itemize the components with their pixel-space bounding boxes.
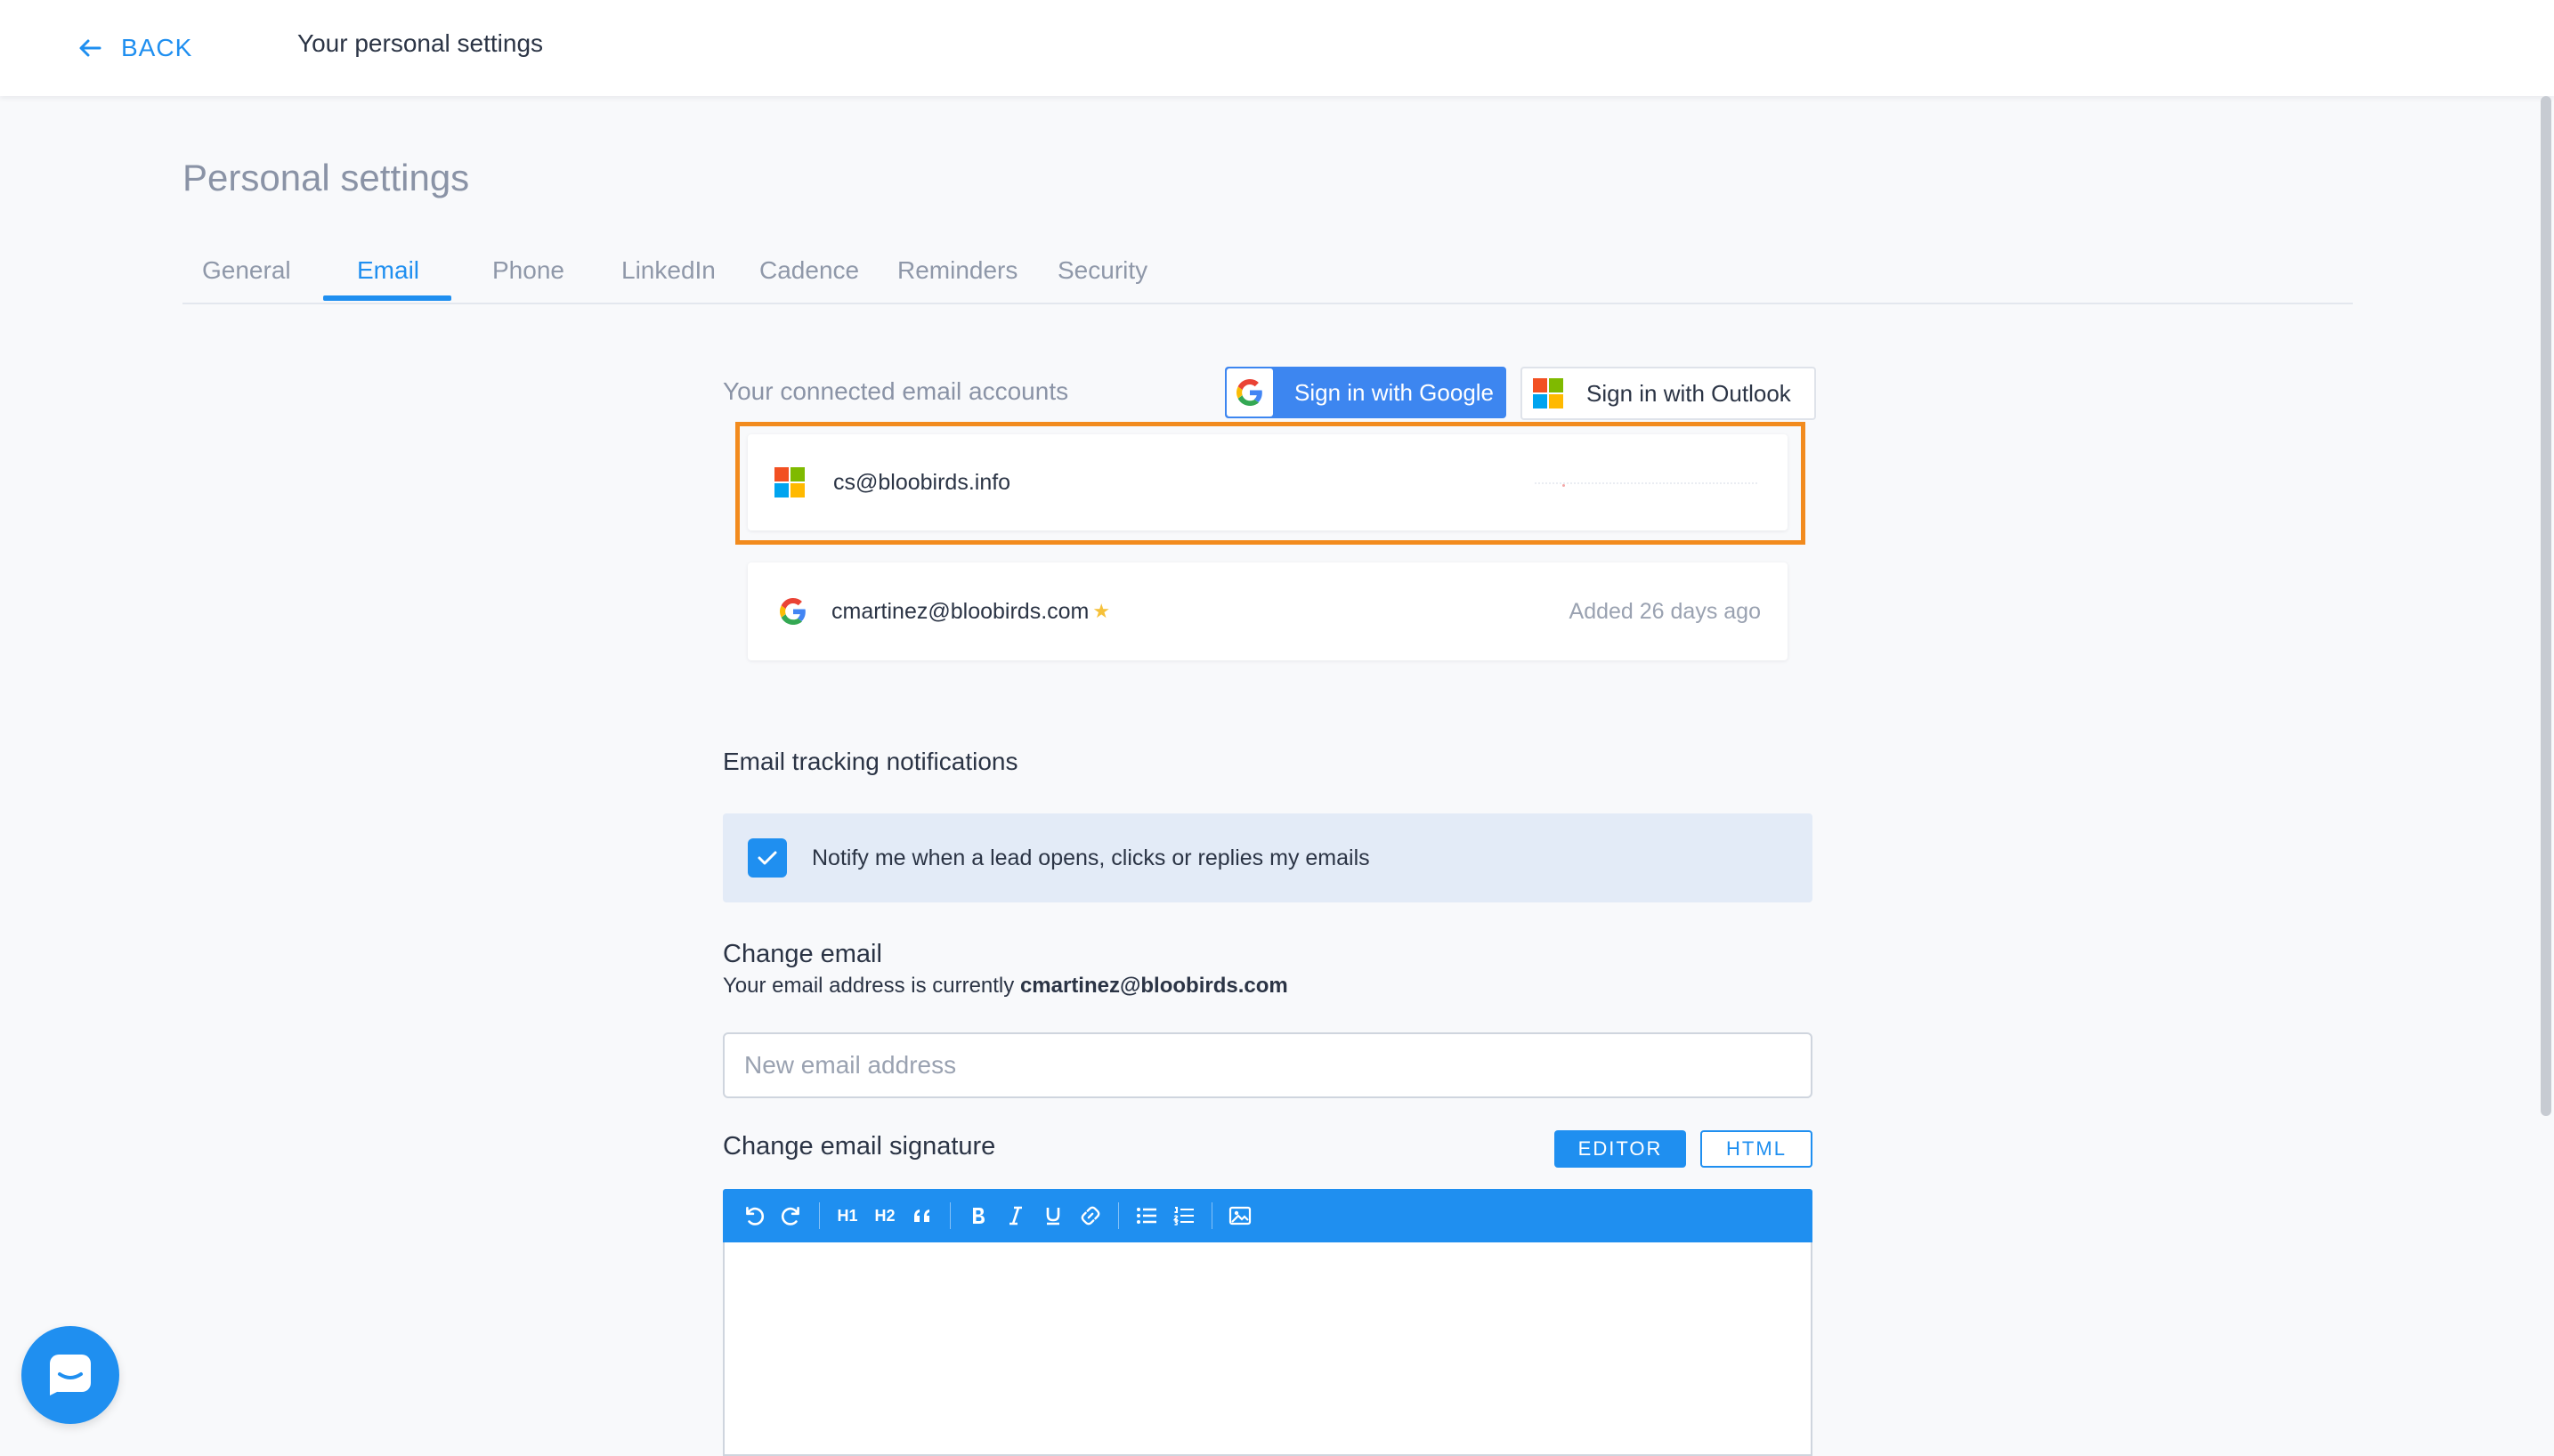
- undo-icon: [746, 1207, 765, 1225]
- bold-button[interactable]: [960, 1197, 997, 1234]
- insert-image-button[interactable]: [1221, 1197, 1259, 1234]
- tab-cadence[interactable]: Cadence: [759, 256, 859, 285]
- notify-label: Notify me when a lead opens, clicks or r…: [812, 845, 1370, 870]
- bullet-list-icon: [1137, 1208, 1156, 1224]
- toolbar-separator: [819, 1202, 820, 1229]
- change-email-title: Change email: [723, 940, 882, 968]
- editor-mode-button[interactable]: EDITOR: [1554, 1130, 1686, 1168]
- notify-checkbox[interactable]: [748, 838, 787, 878]
- numbered-list-icon: [1172, 1207, 1194, 1225]
- image-icon: [1228, 1206, 1252, 1225]
- editor-toolbar: H1 H2: [723, 1189, 1812, 1242]
- italic-button[interactable]: [997, 1197, 1034, 1234]
- link-icon: [1081, 1206, 1100, 1225]
- connected-accounts-label: Your connected email accounts: [723, 377, 1069, 405]
- redo-icon: [781, 1207, 799, 1225]
- account-email: cmartinez@bloobirds.com: [831, 598, 1090, 624]
- sign-in-outlook-label: Sign in with Outlook: [1586, 379, 1791, 407]
- tab-linkedin[interactable]: LinkedIn: [621, 256, 716, 285]
- undo-button[interactable]: [735, 1197, 773, 1234]
- toolbar-separator: [1118, 1202, 1119, 1229]
- underline-button[interactable]: [1034, 1197, 1072, 1234]
- tab-phone[interactable]: Phone: [492, 256, 564, 285]
- tab-general[interactable]: General: [202, 256, 291, 285]
- highlight-box: [735, 422, 1805, 545]
- settings-tabs: General Email Phone LinkedIn Cadence Rem…: [182, 249, 2353, 304]
- header-title: Your personal settings: [297, 29, 544, 57]
- signature-title: Change email signature: [723, 1132, 996, 1161]
- tab-email[interactable]: Email: [357, 256, 419, 285]
- google-logo-icon: [1227, 368, 1273, 417]
- toolbar-separator: [950, 1202, 951, 1229]
- italic-icon: [1009, 1206, 1022, 1225]
- microsoft-logo-icon: [1533, 378, 1563, 408]
- new-email-input[interactable]: [723, 1032, 1812, 1098]
- signature-editor[interactable]: [723, 1242, 1812, 1456]
- tab-security[interactable]: Security: [1058, 256, 1147, 285]
- redo-button[interactable]: [773, 1197, 810, 1234]
- account-added-date: Added 26 days ago: [1569, 598, 1761, 624]
- link-button[interactable]: [1072, 1197, 1109, 1234]
- back-label: BACK: [121, 34, 193, 61]
- html-mode-button[interactable]: HTML: [1700, 1130, 1812, 1168]
- blockquote-button[interactable]: [904, 1197, 941, 1234]
- sign-in-google-button[interactable]: Sign in with Google: [1225, 367, 1506, 418]
- sign-in-outlook-button[interactable]: Sign in with Outlook: [1520, 367, 1816, 420]
- bullet-list-button[interactable]: [1128, 1197, 1165, 1234]
- tab-reminders[interactable]: Reminders: [897, 256, 1018, 285]
- heading2-button[interactable]: H2: [866, 1197, 904, 1234]
- notify-option: Notify me when a lead opens, clicks or r…: [723, 813, 1812, 902]
- google-logo-icon: [780, 598, 806, 625]
- current-email-value: cmartinez@bloobirds.com: [1019, 974, 1288, 998]
- chat-icon: [50, 1355, 91, 1395]
- page-scrollbar[interactable]: [2541, 96, 2551, 1116]
- current-email-text: Your email address is currently cmartine…: [723, 974, 1288, 999]
- back-button[interactable]: BACK: [78, 27, 192, 69]
- top-header: BACK Your personal settings: [0, 0, 2554, 96]
- numbered-list-button[interactable]: [1165, 1197, 1203, 1234]
- sign-in-google-label: Sign in with Google: [1294, 378, 1495, 406]
- arrow-left-icon: [79, 39, 101, 57]
- heading1-button[interactable]: H1: [829, 1197, 866, 1234]
- heading2-label: H2: [874, 1206, 896, 1225]
- current-email-prefix: Your email address is currently: [723, 974, 1015, 998]
- star-icon: ★: [1092, 600, 1111, 622]
- chat-launcher-button[interactable]: [21, 1326, 119, 1424]
- active-tab-indicator: [323, 295, 451, 301]
- underline-icon: [1046, 1208, 1060, 1225]
- quote-icon: [914, 1209, 929, 1222]
- bold-icon: [973, 1208, 985, 1224]
- page-title: Personal settings: [182, 157, 470, 198]
- heading1-label: H1: [837, 1206, 858, 1225]
- connected-account-row[interactable]: cmartinez@bloobirds.com ★ Added 26 days …: [748, 562, 1788, 660]
- tracking-title: Email tracking notifications: [723, 748, 1018, 775]
- check-icon: [758, 851, 777, 865]
